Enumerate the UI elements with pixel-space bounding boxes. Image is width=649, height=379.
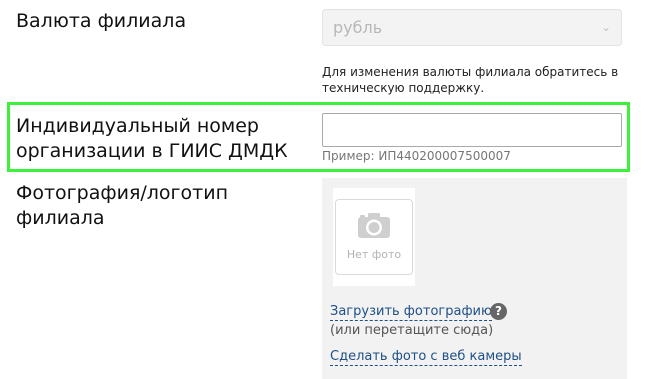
giis-label-line-1: Индивидуальный номер (16, 115, 259, 137)
camera-icon (358, 213, 390, 238)
webcam-photo-link[interactable]: Сделать фото с веб камеры (330, 348, 522, 366)
currency-help-line-1: Для изменения валюты филиала обратитесь … (322, 65, 619, 79)
help-icon[interactable]: ? (490, 303, 507, 320)
photo-label: Фотография/логотип филиала (16, 181, 228, 231)
currency-help-line-2: техническую поддержку. (322, 81, 485, 95)
photo-label-line-1: Фотография/логотип (16, 182, 228, 204)
no-photo-text: Нет фото (346, 248, 402, 261)
currency-help-text: Для изменения валюты филиала обратитесь … (322, 64, 632, 96)
currency-select[interactable]: рубль ⌄ (322, 9, 622, 46)
currency-select-value: рубль (333, 18, 383, 37)
giis-number-input[interactable] (322, 113, 622, 147)
upload-photo-link[interactable]: Загрузить фотографию (330, 303, 492, 321)
giis-label-line-2: организации в ГИИС ДМДК (16, 140, 288, 162)
giis-label: Индивидуальный номер организации в ГИИС … (16, 114, 288, 164)
drop-hint-text: (или перетащите сюда) (330, 323, 494, 338)
giis-example-hint: Пример: ИП440200007500007 (322, 149, 511, 163)
photo-label-line-2: филиала (16, 207, 105, 229)
currency-label: Валюта филиала (16, 10, 187, 32)
chevron-down-icon: ⌄ (600, 20, 611, 34)
